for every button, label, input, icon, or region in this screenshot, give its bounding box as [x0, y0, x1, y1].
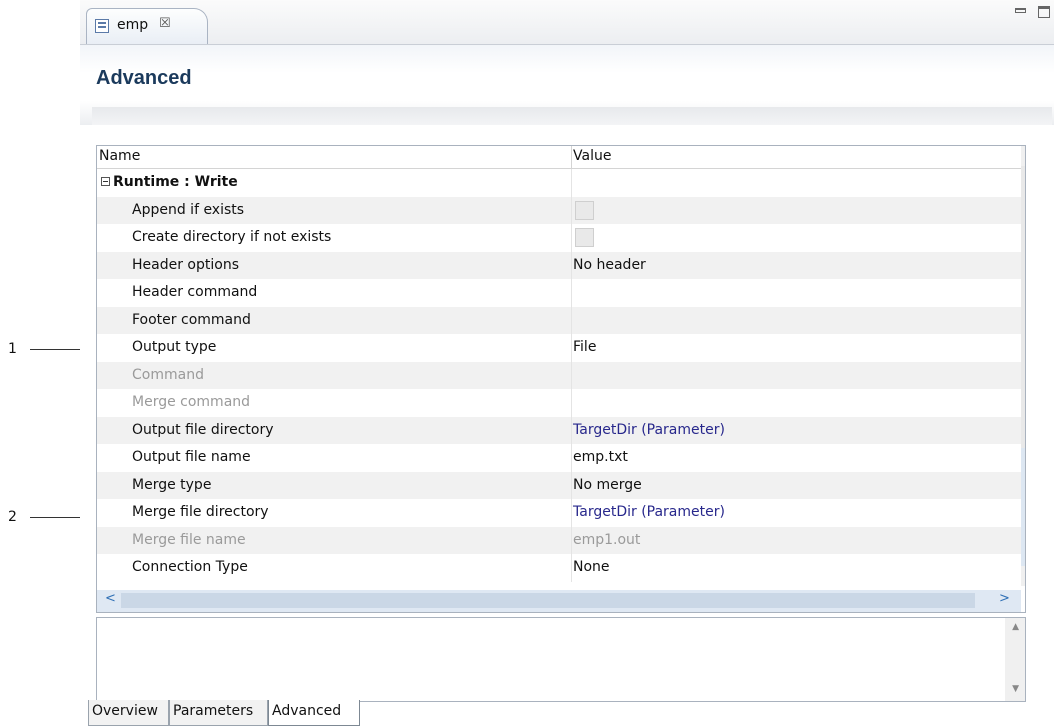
property-value[interactable]: No header [573, 257, 646, 273]
page-title: Advanced [96, 67, 192, 89]
property-value[interactable]: None [573, 559, 610, 575]
minimize-icon[interactable] [1015, 8, 1026, 13]
property-checkbox[interactable] [575, 228, 594, 247]
cell-divider [571, 389, 572, 417]
property-value[interactable]: TargetDir (Parameter) [573, 504, 725, 520]
table-body: Runtime : Write Append if exists Create d… [97, 169, 1021, 582]
property-name: Output file directory [132, 421, 274, 438]
table-row[interactable]: Connection Type None [97, 554, 1021, 582]
scroll-down-icon[interactable]: ⌄ [1025, 566, 1026, 581]
property-name: Header command [132, 284, 258, 300]
table-row[interactable]: Merge command [97, 389, 1021, 417]
property-name: Footer command [132, 311, 251, 328]
column-divider[interactable] [571, 146, 572, 168]
details-pane: ▲ ▼ [96, 617, 1026, 702]
group-label-text: Runtime : Write [113, 174, 238, 190]
tab-advanced[interactable]: Advanced [268, 700, 360, 726]
scroll-left-icon[interactable]: < [105, 591, 116, 606]
cell-divider [571, 361, 572, 389]
details-pane-scrollbar[interactable]: ▲ ▼ [1005, 618, 1025, 701]
cell-divider [571, 554, 572, 582]
property-name: Output type [132, 339, 217, 355]
cell-divider [571, 526, 572, 554]
table-row[interactable]: Footer command [97, 306, 1021, 334]
property-name: Merge type [132, 476, 212, 493]
cell-divider [571, 169, 572, 197]
property-name: Merge command [132, 394, 251, 410]
cell-divider [571, 499, 572, 527]
property-name: Merge file name [132, 531, 246, 548]
details-scroll-down-icon[interactable]: ▼ [1012, 684, 1019, 694]
vertical-scrollbar[interactable]: ⌃ ⌄ [1021, 146, 1026, 586]
property-value[interactable]: TargetDir (Parameter) [573, 422, 725, 438]
table-row[interactable]: Header command [97, 279, 1021, 307]
property-value[interactable]: File [573, 339, 596, 355]
property-checkbox[interactable] [575, 200, 594, 220]
data-object-icon [95, 19, 109, 33]
editor-tab-label: emp [117, 17, 149, 33]
horizontal-scrollbar[interactable]: < > [97, 590, 1021, 612]
maximize-icon[interactable] [1038, 6, 1050, 18]
editor-tab-emp[interactable]: emp ☒ [86, 8, 208, 44]
editor-tabstrip: emp ☒ [80, 0, 1054, 45]
table-row[interactable]: Output type File [97, 334, 1021, 362]
table-row[interactable]: Append if exists [97, 196, 1021, 224]
cell-divider [571, 224, 572, 252]
column-header-name[interactable]: Name [99, 148, 140, 164]
property-value[interactable]: No merge [573, 477, 642, 493]
group-label: Runtime : Write [101, 174, 238, 190]
scroll-thumb[interactable] [1021, 448, 1025, 566]
table-row[interactable]: Create directory if not exists [97, 224, 1021, 252]
cell-divider [571, 444, 572, 472]
cell-divider [571, 251, 572, 279]
table-row[interactable]: Command [97, 361, 1021, 389]
callout-2-number: 2 [8, 509, 17, 525]
property-name: Create directory if not exists [132, 229, 332, 245]
callout-1-number: 1 [8, 341, 17, 357]
property-name: Connection Type [132, 559, 248, 575]
table-row[interactable]: Output file directory TargetDir (Paramete… [97, 416, 1021, 444]
table-row[interactable]: Header options No header [97, 251, 1021, 279]
group-row-runtime-write[interactable]: Runtime : Write [97, 169, 1021, 197]
property-name: Command [132, 366, 204, 383]
cell-divider [571, 471, 572, 499]
cell-divider [571, 416, 572, 444]
horizontal-scroll-thumb[interactable] [121, 593, 975, 608]
column-header-value[interactable]: Value [573, 148, 611, 164]
scroll-right-icon[interactable]: > [999, 591, 1010, 606]
tab-overview[interactable]: Overview [88, 700, 169, 726]
cell-divider [571, 334, 572, 362]
header-separator [92, 107, 1052, 125]
table-header: Name Value [97, 146, 1021, 169]
cell-divider [571, 279, 572, 307]
property-name: Merge file directory [132, 504, 269, 520]
property-value: emp1.out [573, 531, 641, 548]
table-row[interactable]: Merge type No merge [97, 471, 1021, 499]
page-header: Advanced [80, 45, 1054, 125]
details-scroll-up-icon[interactable]: ▲ [1012, 622, 1019, 632]
collapse-icon[interactable] [101, 177, 110, 186]
property-name: Header options [132, 256, 239, 273]
scroll-up-icon[interactable]: ⌃ [1025, 147, 1026, 162]
table-row[interactable]: Merge file name emp1.out [97, 526, 1021, 554]
property-name: Output file name [132, 449, 251, 465]
table-row[interactable]: Merge file directory TargetDir (Parameter… [97, 499, 1021, 527]
property-value[interactable]: emp.txt [573, 449, 628, 465]
properties-table: Name Value Runtime : Write Append if exi… [96, 145, 1026, 613]
editor-window: emp ☒ Advanced Name Value Runtime : Writ… [80, 0, 1054, 728]
cell-divider [571, 196, 572, 224]
cell-divider [571, 306, 572, 334]
table-row[interactable]: Output file name emp.txt [97, 444, 1021, 472]
tab-parameters[interactable]: Parameters [169, 700, 268, 726]
close-icon[interactable]: ☒ [159, 16, 171, 31]
property-name: Append if exists [132, 201, 245, 218]
